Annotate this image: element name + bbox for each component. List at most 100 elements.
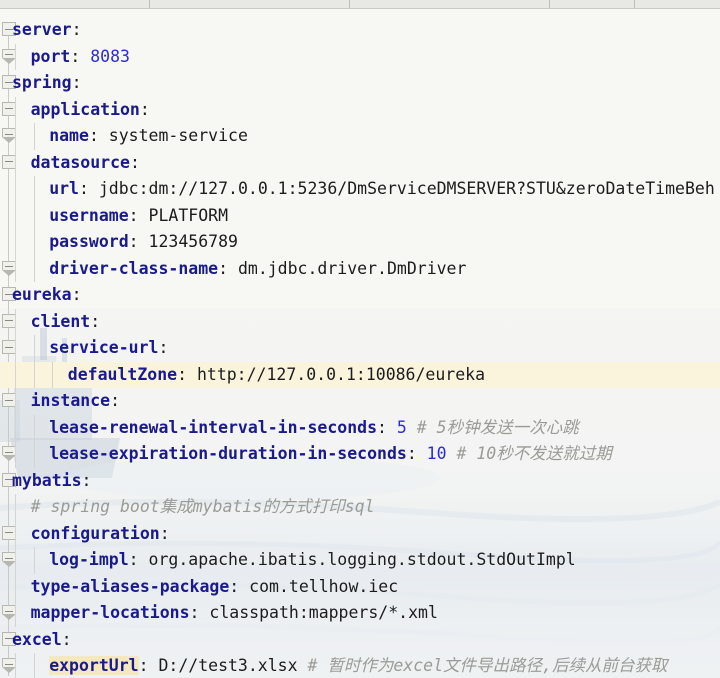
yaml-comment: # 5秒钟发送一次心跳 [406, 417, 579, 437]
yaml-colon: : [71, 285, 82, 304]
code-line[interactable]: datasource: [0, 150, 720, 176]
code-line[interactable]: eureka: [0, 282, 720, 308]
code-line[interactable]: configuration: [0, 521, 720, 547]
toolbar-segment-5[interactable] [635, 0, 720, 8]
code-line-content: driver-class-name: dm.jdbc.driver.DmDriv… [49, 256, 466, 282]
toolbar-segment-4[interactable] [550, 0, 635, 8]
code-line-content: exportUrl: D://test3.xlsx # 暂时作为excel文件导… [49, 653, 667, 678]
code-line-content: mapper-locations: classpath:mappers/*.xm… [31, 600, 438, 626]
code-line-content: service-url: [49, 335, 168, 361]
yaml-value: 10 [416, 444, 447, 463]
yaml-colon: : [138, 656, 149, 675]
code-line[interactable]: driver-class-name: dm.jdbc.driver.DmDriv… [0, 256, 720, 282]
code-line-content: defaultZone: http://127.0.0.1:10086/eure… [68, 362, 485, 388]
code-line[interactable]: defaultZone: http://127.0.0.1:10086/eure… [0, 362, 720, 388]
yaml-colon: : [81, 470, 92, 490]
yaml-colon: : [158, 338, 169, 357]
code-line-content: lease-expiration-duration-in-seconds: 10… [49, 441, 612, 467]
yaml-colon: : [229, 576, 240, 596]
code-line-content: username: PLATFORM [49, 203, 228, 229]
code-line[interactable]: server: [0, 17, 720, 43]
yaml-comment: # 10秒不发送就过期 [446, 444, 612, 463]
toolbar-segment-3[interactable] [350, 0, 550, 8]
code-line[interactable]: username: PLATFORM [0, 203, 720, 229]
code-line[interactable]: client: [0, 309, 720, 335]
yaml-value: org.apache.ibatis.logging.stdout.StdOutI… [138, 550, 576, 569]
code-line[interactable]: application: [0, 97, 720, 123]
yaml-key: port [30, 46, 71, 66]
code-line[interactable]: spring: [0, 70, 720, 96]
code-line[interactable]: mapper-locations: classpath:mappers/*.xm… [0, 600, 720, 626]
yaml-value: jdbc:dm://127.0.0.1:5236/DmServiceDMSERV… [88, 179, 715, 198]
code-line[interactable]: password: 123456789 [0, 229, 720, 255]
yaml-colon: : [406, 444, 417, 463]
yaml-colon: : [71, 20, 82, 39]
yaml-key: server [12, 20, 72, 39]
code-line-content: log-impl: org.apache.ibatis.logging.stdo… [49, 547, 576, 573]
editor-body[interactable]: server: port: 8083 spring: application: name… [0, 9, 720, 678]
code-line[interactable]: lease-renewal-interval-in-seconds: 5 # 5… [0, 415, 720, 441]
code-line[interactable]: name: system-service [0, 123, 720, 149]
code-text-area[interactable]: server: port: 8083 spring: application: name… [0, 9, 720, 678]
yaml-colon: : [129, 152, 140, 172]
yaml-value: D://test3.xlsx [148, 656, 298, 675]
yaml-colon: : [71, 73, 82, 92]
code-line-content: client: [31, 309, 101, 335]
yaml-colon: : [128, 232, 139, 251]
code-line-content: eureka: [12, 282, 82, 308]
yaml-colon: : [110, 391, 121, 410]
yaml-key: password [49, 232, 129, 251]
yaml-key: eureka [12, 285, 72, 304]
yaml-key: type-aliases-package [30, 576, 230, 596]
ide-editor-window: server: port: 8083 spring: application: name… [0, 0, 720, 678]
yaml-key: log-impl [49, 550, 129, 569]
code-line-content: password: 123456789 [49, 229, 238, 255]
yaml-colon: : [177, 364, 188, 384]
code-line-content: type-aliases-package: com.tellhow.iec [31, 574, 399, 600]
yaml-key: exportUrl [49, 656, 139, 675]
code-line-content: instance: [31, 388, 120, 414]
code-line[interactable]: port: 8083 [0, 44, 720, 70]
yaml-key: lease-expiration-duration-in-seconds [49, 444, 407, 463]
code-line[interactable]: log-impl: org.apache.ibatis.logging.stdo… [0, 547, 720, 573]
yaml-value: PLATFORM [138, 205, 229, 225]
yaml-value: system-service [98, 126, 248, 145]
yaml-colon: : [159, 523, 170, 543]
code-line[interactable]: service-url: [0, 335, 720, 361]
yaml-key: configuration [30, 523, 160, 543]
code-line[interactable]: # spring boot集成mybatis的方式打印sql [0, 494, 720, 520]
yaml-value: 5 [386, 417, 407, 437]
code-line-content: excel: [12, 627, 72, 653]
toolbar-segment-2[interactable] [150, 0, 350, 8]
yaml-colon: : [70, 46, 81, 66]
code-line-content: application: [31, 97, 150, 123]
yaml-value: http://127.0.0.1:10086/eureka [187, 364, 486, 384]
yaml-key: instance [30, 391, 111, 410]
yaml-colon: : [61, 629, 72, 649]
code-line[interactable]: lease-expiration-duration-in-seconds: 10… [0, 441, 720, 467]
yaml-value: com.tellhow.iec [239, 576, 399, 596]
yaml-colon: : [79, 179, 89, 198]
code-line[interactable]: excel: [0, 627, 720, 653]
yaml-key: defaultZone [67, 364, 178, 384]
yaml-colon: : [88, 126, 99, 145]
toolbar-segment-1[interactable] [0, 0, 150, 8]
code-line-content: configuration: [31, 521, 170, 547]
code-line[interactable]: instance: [0, 388, 720, 414]
code-line[interactable]: type-aliases-package: com.tellhow.iec [0, 574, 720, 600]
code-line[interactable]: url: jdbc:dm://127.0.0.1:5236/DmServiceD… [0, 176, 720, 202]
yaml-colon: : [377, 417, 387, 437]
editor-toolbar-strip[interactable] [0, 0, 720, 9]
yaml-key: url [49, 179, 79, 198]
code-line-content: server: [12, 17, 82, 43]
yaml-colon: : [128, 550, 139, 569]
yaml-key: name [49, 126, 89, 145]
code-line-content: datasource: [31, 150, 140, 176]
code-line-content: # spring boot集成mybatis的方式打印sql [31, 494, 375, 520]
yaml-colon: : [189, 603, 200, 622]
code-line[interactable]: exportUrl: D://test3.xlsx # 暂时作为excel文件导… [0, 653, 720, 678]
code-line[interactable]: mybatis: [0, 468, 720, 494]
yaml-key: mapper-locations [30, 603, 190, 622]
yaml-value: dm.jdbc.driver.DmDriver [228, 258, 467, 278]
code-line-content: spring: [12, 70, 82, 96]
